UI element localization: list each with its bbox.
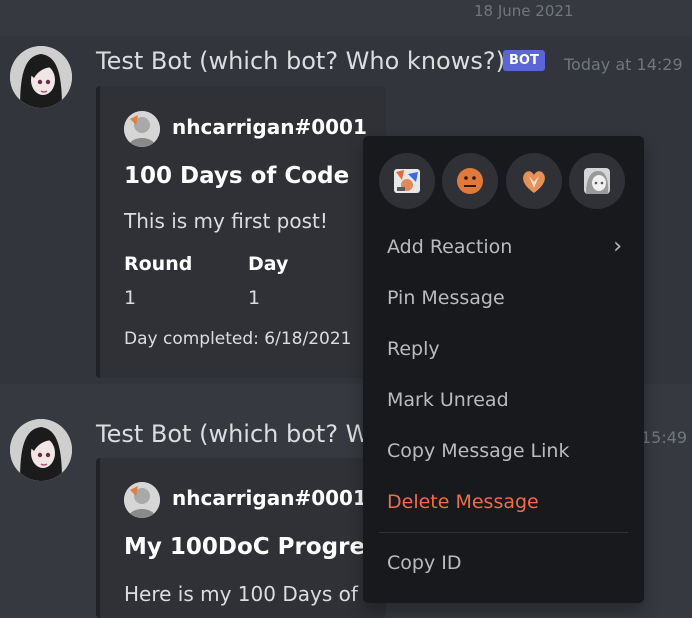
- reply-menu-item[interactable]: Reply: [371, 327, 636, 371]
- bot-badge: BOT: [503, 50, 545, 71]
- neutral-face-emoji-icon[interactable]: [442, 153, 498, 209]
- delete-message-menu-item[interactable]: Delete Message: [371, 480, 636, 524]
- embed-author-avatar: [124, 482, 160, 518]
- embed-footer: Day completed: 6/18/2021: [124, 329, 352, 349]
- message-embed: nhcarrigan#0001 My 100DoC Progress Here …: [96, 458, 392, 618]
- embed-field-name: Day: [248, 253, 289, 275]
- message-context-menu: Add Reaction › Pin Message Reply Mark Un…: [363, 136, 644, 603]
- sticker-emoji-icon[interactable]: [379, 153, 435, 209]
- date-divider: 18 June 2021: [474, 2, 574, 20]
- pin-message-menu-item[interactable]: Pin Message: [371, 276, 636, 320]
- add-reaction-menu-item[interactable]: Add Reaction ›: [371, 225, 636, 269]
- embed-author-name: nhcarrigan#0001: [172, 115, 367, 139]
- menu-item-label: Add Reaction: [387, 236, 513, 258]
- avatar[interactable]: [10, 46, 72, 108]
- chevron-right-icon: ›: [613, 234, 622, 259]
- embed-title: My 100DoC Progress: [124, 534, 393, 560]
- copy-id-menu-item[interactable]: Copy ID: [371, 541, 636, 585]
- copy-message-link-menu-item[interactable]: Copy Message Link: [371, 429, 636, 473]
- embed-author-avatar: [124, 111, 160, 147]
- embed-field-value: 1: [248, 287, 261, 309]
- avatar[interactable]: [10, 419, 72, 481]
- message-embed: nhcarrigan#0001 100 Days of Code This is…: [96, 86, 386, 378]
- message-timestamp: 15:49: [641, 428, 688, 447]
- embed-description: Here is my 100 Days of C: [124, 582, 379, 606]
- embed-title: 100 Days of Code: [124, 163, 350, 189]
- embed-field-value: 1: [124, 287, 137, 309]
- avatar-emoji-icon[interactable]: [569, 153, 625, 209]
- message-timestamp: Today at 14:29: [564, 55, 683, 74]
- embed-author-name: nhcarrigan#0001: [172, 486, 367, 510]
- message-author[interactable]: Test Bot (which bot? W: [96, 420, 369, 448]
- message-author[interactable]: Test Bot (which bot? Who knows?): [96, 47, 505, 75]
- embed-field-name: Round: [124, 253, 193, 275]
- heart-emoji-icon[interactable]: [506, 153, 562, 209]
- menu-divider: [379, 532, 628, 533]
- embed-description: This is my first post!: [124, 209, 328, 233]
- mark-unread-menu-item[interactable]: Mark Unread: [371, 378, 636, 422]
